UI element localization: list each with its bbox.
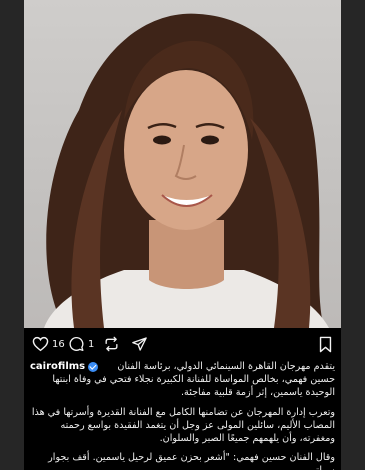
post-card: 16 1 cairofilms يتقدم مهرجان القاهرة الس… — [24, 0, 341, 470]
username[interactable]: cairofilms — [30, 360, 85, 373]
caption-paragraph-3: وقال الفنان حسين فهمي: "أشعر بحزن عميق ل… — [48, 452, 335, 470]
author[interactable]: cairofilms — [30, 360, 99, 373]
repost-button[interactable] — [103, 336, 120, 352]
post-caption: cairofilms يتقدم مهرجان القاهرة السينمائ… — [30, 360, 335, 470]
like-button[interactable]: 16 — [32, 336, 65, 352]
heart-icon — [32, 336, 49, 352]
comment-button[interactable]: 1 — [68, 336, 94, 352]
send-icon — [132, 337, 147, 351]
bookmark-icon — [319, 336, 332, 353]
portrait-image — [44, 13, 329, 328]
comment-count: 1 — [88, 338, 95, 350]
screen: 16 1 cairofilms يتقدم مهرجان القاهرة الس… — [0, 0, 365, 470]
caption-paragraph-2: وتعرب إدارة المهرجان عن تضامنها الكامل م… — [31, 406, 335, 445]
save-button[interactable] — [318, 336, 333, 353]
repost-icon — [105, 336, 118, 352]
post-photo[interactable] — [24, 0, 341, 328]
verified-badge-icon — [88, 361, 99, 372]
like-count: 16 — [52, 338, 65, 350]
action-bar: 16 1 — [30, 336, 335, 358]
share-button[interactable] — [131, 336, 148, 352]
caption-paragraph-1: cairofilms يتقدم مهرجان القاهرة السينمائ… — [30, 360, 335, 400]
comment-icon — [69, 337, 84, 351]
